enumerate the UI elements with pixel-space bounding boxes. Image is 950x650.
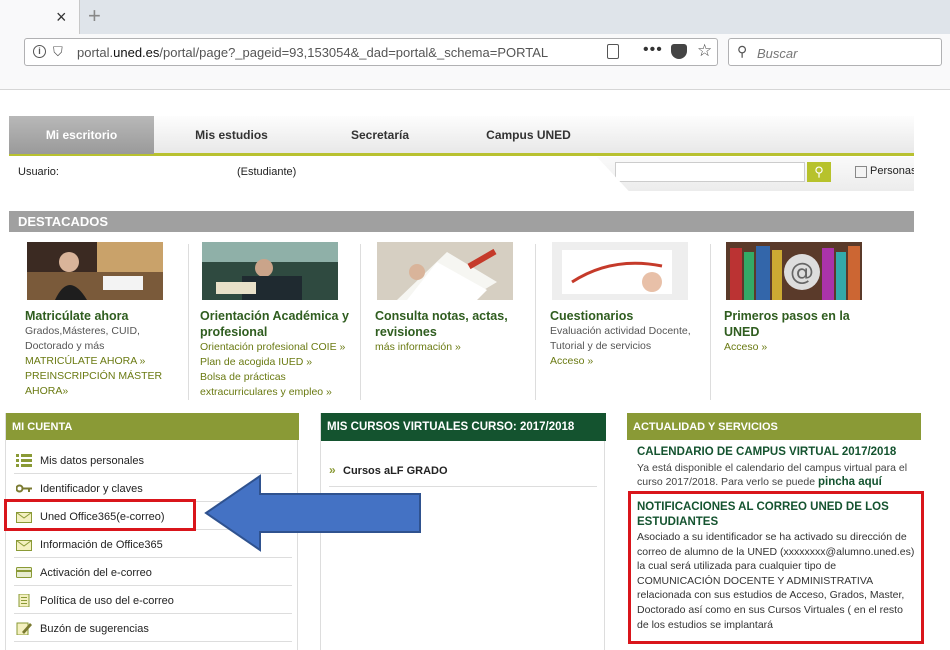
pocket-icon[interactable] xyxy=(671,44,687,59)
mi-cuenta-heading: MI CUENTA xyxy=(6,413,299,440)
destacado-orientacion: Orientación Académica y profesional Orie… xyxy=(200,240,370,400)
browser-search-input[interactable]: ⚲ Buscar xyxy=(728,38,942,66)
tab-mi-escritorio[interactable]: Mi escritorio xyxy=(9,116,154,154)
tab-bar: × + xyxy=(0,0,950,34)
new-tab-icon[interactable]: + xyxy=(88,3,101,29)
destacado-matricula: Matricúlate ahora Grados,Másteres, CUID,… xyxy=(25,240,195,400)
url-bar[interactable]: i ⛉ portal.uned.es/portal/page?_pageid=9… xyxy=(24,38,718,66)
destacado-lines: Evaluación actividad Docente, Tutorial y… xyxy=(550,324,715,369)
key-icon xyxy=(16,484,32,493)
destacado-link[interactable]: más información » xyxy=(375,340,540,355)
destacado-title[interactable]: Consulta notas, actas, revisiones xyxy=(375,308,535,340)
survey-photo-icon[interactable] xyxy=(552,242,688,300)
persons-label: Personas xyxy=(870,165,917,177)
destacado-link[interactable]: Acceso » xyxy=(724,340,889,355)
highlight-box xyxy=(4,499,196,531)
persons-checkbox[interactable] xyxy=(855,166,867,178)
destacado-notas: Consulta notas, actas, revisiones más in… xyxy=(375,240,545,400)
bookmark-star-icon[interactable]: ☆ xyxy=(697,41,712,61)
navigation-toolbar: i ⛉ portal.uned.es/portal/page?_pageid=9… xyxy=(0,34,950,90)
account-item-label: Política de uso del e-correo xyxy=(40,595,174,607)
browser-tab[interactable]: × xyxy=(0,0,80,34)
destacado-title[interactable]: Matricúlate ahora xyxy=(25,308,185,324)
destacado-link[interactable]: AHORA» xyxy=(25,384,190,399)
destacado-text: Doctorado y más xyxy=(25,340,105,352)
shield-icon[interactable]: ⛉ xyxy=(53,44,63,60)
destacado-text: Evaluación actividad Docente, xyxy=(550,325,691,337)
account-item-politica[interactable]: Política de uso del e-correo xyxy=(14,586,292,614)
destacado-text: Tutorial y de servicios xyxy=(550,340,652,352)
reader-view-icon[interactable] xyxy=(607,44,619,59)
student-photo-icon[interactable] xyxy=(27,242,163,300)
destacado-primeros-pasos: @ Primeros pasos en la UNED Acceso » xyxy=(724,240,894,400)
destacado-lines: Grados,Másteres, CUID, Doctorado y más M… xyxy=(25,324,190,399)
document-icon xyxy=(18,594,30,607)
account-item-activacion[interactable]: Activación del e-correo xyxy=(14,558,292,586)
close-icon[interactable]: × xyxy=(56,7,67,28)
account-item-label: Identificador y claves xyxy=(40,483,143,495)
account-item-label: Activación del e-correo xyxy=(40,567,152,579)
site-nav: Mi escritorio Mis estudios Secretaría Ca… xyxy=(9,116,914,156)
destacado-lines: Acceso » xyxy=(724,340,889,355)
destacado-link[interactable]: Orientación profesional COIE » xyxy=(200,340,365,355)
user-role: (Estudiante) xyxy=(237,166,297,178)
divider xyxy=(535,244,536,400)
highlight-box xyxy=(628,491,924,644)
destacado-link[interactable]: extracurriculares y empleo » xyxy=(200,385,365,400)
books-photo-icon[interactable]: @ xyxy=(726,242,862,300)
destacado-link[interactable]: MATRICÚLATE AHORA » xyxy=(25,354,190,369)
mail-icon xyxy=(16,540,32,551)
pencil-icon xyxy=(16,622,32,635)
info-icon[interactable]: i xyxy=(33,45,46,58)
destacado-link[interactable]: Plan de acogida IUED » xyxy=(200,355,365,370)
actualidad-heading: ACTUALIDAD Y SERVICIOS xyxy=(627,413,921,440)
destacado-lines: más información » xyxy=(375,340,540,355)
user-bar: Usuario: (Estudiante) ⚲ Personas xyxy=(9,157,914,193)
account-item-label: Información de Office365 xyxy=(40,539,163,551)
account-item-datos-personales[interactable]: Mis datos personales xyxy=(14,446,292,474)
destacado-text: Grados,Másteres, CUID, xyxy=(25,325,140,337)
account-item-label: Mis datos personales xyxy=(40,455,144,467)
destacado-link[interactable]: PREINSCRIPCIÓN MÁSTER xyxy=(25,369,190,384)
search-icon: ⚲ xyxy=(814,164,824,179)
account-item-label: Buzón de sugerencias xyxy=(40,623,149,635)
destacado-cuestionarios: Cuestionarios Evaluación actividad Docen… xyxy=(550,240,720,400)
site-search-area: ⚲ Personas xyxy=(597,157,914,191)
destacado-title[interactable]: Primeros pasos en la UNED xyxy=(724,308,884,340)
divider xyxy=(360,244,361,400)
destacado-lines: Orientación profesional COIE » Plan de a… xyxy=(200,340,365,400)
destacado-title[interactable]: Cuestionarios xyxy=(550,308,710,324)
study-photo-icon[interactable] xyxy=(202,242,338,300)
more-actions-icon[interactable]: ••• xyxy=(643,41,663,59)
tab-secretaria[interactable]: Secretaría xyxy=(309,116,451,154)
divider xyxy=(710,244,711,400)
news-link[interactable]: pincha aquí xyxy=(818,476,882,488)
arrow-left-icon xyxy=(204,474,421,552)
user-label: Usuario: xyxy=(18,166,59,178)
destacado-link[interactable]: Bolsa de prácticas xyxy=(200,370,365,385)
site-search-button[interactable]: ⚲ xyxy=(807,162,831,182)
cursos-heading: MIS CURSOS VIRTUALES CURSO: 2017/2018 xyxy=(321,413,606,441)
destacado-link[interactable]: Acceso » xyxy=(550,354,715,369)
list-icon xyxy=(16,454,32,467)
svg-text:@: @ xyxy=(790,258,814,286)
account-item-buzon[interactable]: Buzón de sugerencias xyxy=(14,614,292,642)
destacados-heading: DESTACADOS xyxy=(9,211,914,232)
tab-campus-uned[interactable]: Campus UNED xyxy=(456,116,601,154)
news-body: Ya está disponible el calendario del cam… xyxy=(637,461,917,489)
tab-mis-estudios[interactable]: Mis estudios xyxy=(159,116,304,154)
search-icon: ⚲ xyxy=(737,43,748,59)
destacado-title[interactable]: Orientación Académica y profesional xyxy=(200,308,360,340)
news-title[interactable]: CALENDARIO DE CAMPUS VIRTUAL 2017/2018 xyxy=(637,446,917,458)
search-placeholder: Buscar xyxy=(757,46,798,61)
papers-photo-icon[interactable] xyxy=(377,242,513,300)
url-text[interactable]: portal.uned.es/portal/page?_pageid=93,15… xyxy=(77,45,548,60)
card-icon xyxy=(16,567,32,578)
divider xyxy=(188,244,189,400)
site-search-input[interactable] xyxy=(615,162,805,182)
